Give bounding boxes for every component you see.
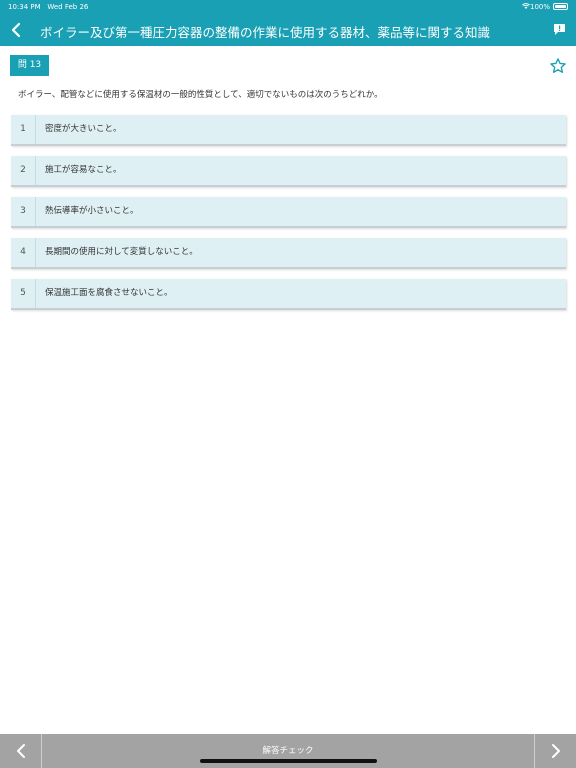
choice-number: 3 — [20, 206, 26, 216]
divider — [35, 156, 36, 185]
choice-item-1[interactable]: 1 密度が大きいこと。 — [11, 115, 566, 146]
choice-label: 保温施工面を腐食させないこと。 — [45, 288, 173, 298]
choice-number: 4 — [20, 247, 26, 257]
choice-number: 1 — [20, 124, 26, 134]
previous-question-button[interactable] — [0, 734, 42, 768]
home-indicator[interactable] — [200, 759, 377, 763]
choice-list: 1 密度が大きいこと。 2 施工が容易なこと。 3 熱伝導率が小さいこと。 4 … — [11, 115, 566, 320]
battery-percentage: 100% — [529, 3, 550, 11]
choice-label: 密度が大きいこと。 — [45, 124, 122, 134]
choice-label: 長期間の使用に対して変質しないこと。 — [45, 247, 198, 257]
choice-label: 施工が容易なこと。 — [45, 165, 122, 175]
star-outline-icon[interactable] — [549, 57, 567, 75]
divider — [35, 279, 36, 308]
battery-icon — [553, 3, 568, 10]
chevron-right-icon — [552, 744, 560, 758]
choice-label: 熱伝導率が小さいこと。 — [45, 206, 139, 216]
divider — [35, 238, 36, 267]
divider — [35, 197, 36, 226]
divider — [35, 115, 36, 144]
question-text: ボイラー、配管などに使用する保温材の一般的性質として、適切でないものは次のうちど… — [18, 90, 383, 100]
status-bar: 10:34 PM Wed Feb 26 100% — [0, 0, 576, 14]
choice-item-3[interactable]: 3 熱伝導率が小さいこと。 — [11, 197, 566, 228]
question-number-badge: 問 13 — [10, 55, 49, 76]
choice-number: 5 — [20, 288, 26, 298]
nav-bar: ボイラー及び第一種圧力容器の整備の作業に使用する器材、薬品等に関する知識 — [0, 14, 576, 46]
status-time: 10:34 PM Wed Feb 26 — [8, 3, 89, 11]
comment-icon[interactable] — [553, 23, 566, 36]
page-title: ボイラー及び第一種圧力容器の整備の作業に使用する器材、薬品等に関する知識 — [40, 25, 491, 40]
chevron-left-icon[interactable] — [6, 18, 28, 42]
choice-number: 2 — [20, 165, 26, 175]
next-question-button[interactable] — [534, 734, 576, 768]
choice-item-2[interactable]: 2 施工が容易なこと。 — [11, 156, 566, 187]
choice-item-5[interactable]: 5 保温施工面を腐食させないこと。 — [11, 279, 566, 310]
wifi-icon — [522, 3, 530, 9]
choice-item-4[interactable]: 4 長期間の使用に対して変質しないこと。 — [11, 238, 566, 269]
chevron-left-icon — [17, 744, 25, 758]
